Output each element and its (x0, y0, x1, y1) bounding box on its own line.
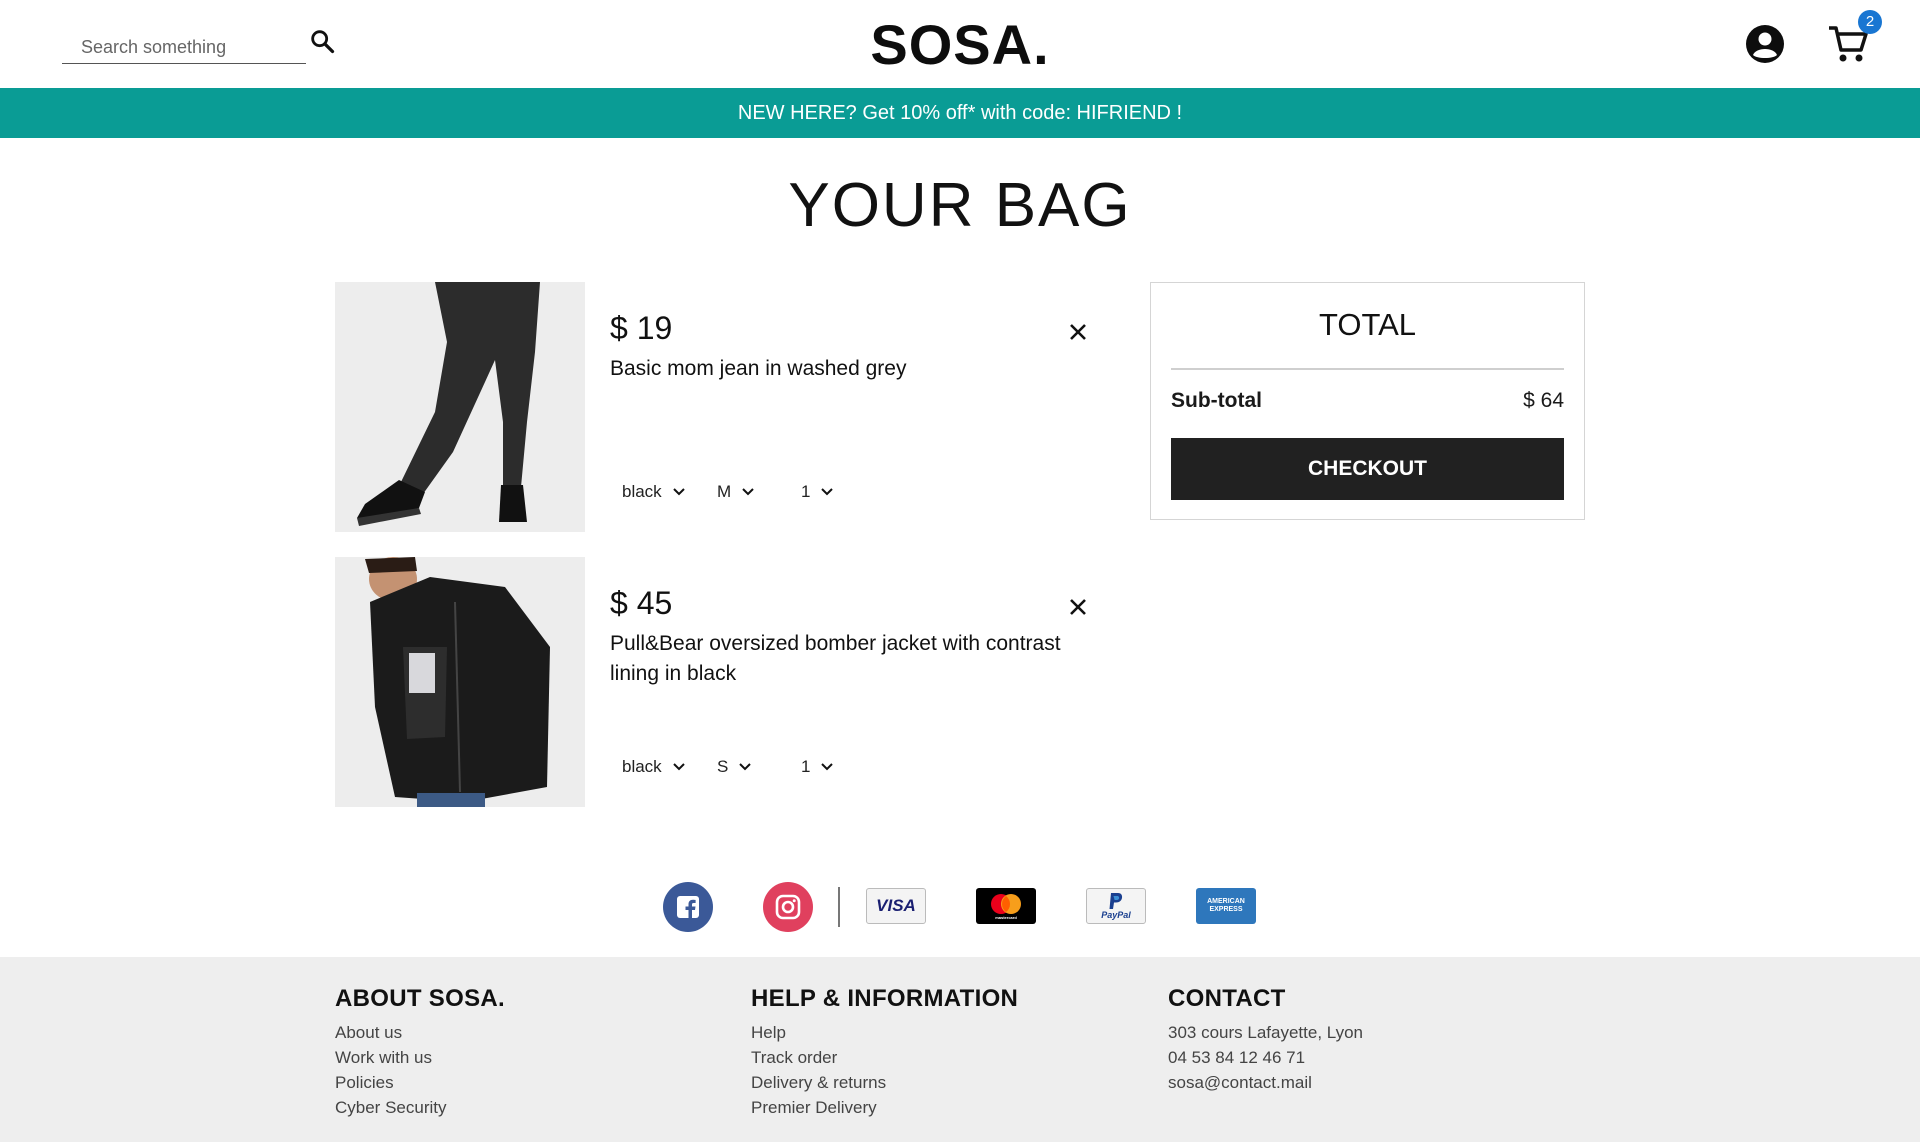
footer-link-cyber-security[interactable]: Cyber Security (335, 1095, 505, 1120)
footer-link-about-us[interactable]: About us (335, 1020, 505, 1045)
order-summary: TOTAL Sub-total $ 64 CHECKOUT (1150, 282, 1585, 520)
item-name[interactable]: Pull&Bear oversized bomber jacket with c… (610, 629, 1110, 689)
contact-address: 303 cours Lafayette, Lyon (1168, 1023, 1364, 1042)
instagram-icon[interactable] (763, 882, 813, 932)
cart-item: $ 45 Pull&Bear oversized bomber jacket w… (335, 557, 1115, 807)
item-options: black S 1 (610, 752, 859, 782)
checkout-button[interactable]: CHECKOUT (1171, 438, 1564, 500)
footer-about: ABOUT SOSA. About us Work with us Polici… (335, 985, 505, 1120)
paypal-icon: PayPal (1086, 888, 1146, 924)
cart-item: $ 19 Basic mom jean in washed grey black… (335, 282, 1115, 532)
item-price: $ 19 (610, 310, 673, 346)
account-icon[interactable] (1745, 24, 1785, 64)
item-price: $ 45 (610, 585, 673, 621)
page-title: YOUR BAG (788, 171, 1132, 240)
color-select[interactable]: black (610, 752, 705, 782)
quantity-value: 1 (801, 482, 811, 501)
color-value: black (622, 757, 662, 776)
remove-item-close-icon[interactable] (1062, 316, 1094, 348)
site-logo[interactable]: SOSA. (0, 12, 1920, 77)
footer-link-help[interactable]: Help (751, 1020, 1018, 1045)
amex-label: AMERICAN EXPRESS (1207, 898, 1245, 913)
chevron-down-icon (742, 488, 754, 496)
chevron-down-icon (821, 763, 834, 771)
subtotal-value: $ 64 (1523, 389, 1564, 412)
quantity-value: 1 (801, 757, 811, 776)
product-image-jeans[interactable] (335, 282, 585, 532)
promo-banner: NEW HERE? Get 10% off* with code: HIFRIE… (0, 88, 1920, 138)
footer-link-track-order[interactable]: Track order (751, 1045, 1018, 1070)
size-select[interactable]: S (705, 752, 789, 782)
mastercard-icon: mastercard (976, 888, 1036, 924)
visa-label: VISA (876, 896, 916, 915)
cart-count-badge: 2 (1858, 10, 1882, 34)
footer-contact-title: CONTACT (1168, 985, 1286, 1012)
color-value: black (622, 482, 662, 501)
chevron-down-icon (672, 488, 685, 496)
chevron-down-icon (672, 763, 685, 771)
item-options: black M 1 (610, 477, 859, 507)
size-value: M (717, 482, 732, 501)
item-name[interactable]: Basic mom jean in washed grey (610, 354, 1110, 384)
footer-link-delivery-returns[interactable]: Delivery & returns (751, 1070, 1018, 1095)
summary-title: TOTAL (1318, 307, 1417, 342)
contact-phone: 04 53 84 12 46 71 (1168, 1048, 1306, 1067)
site-footer: ABOUT SOSA. About us Work with us Polici… (0, 957, 1920, 1142)
paypal-label: PayPal (1101, 910, 1131, 920)
quantity-select[interactable]: 1 (789, 752, 859, 782)
mastercard-label: mastercard (995, 915, 1017, 920)
social-payment-divider (838, 887, 840, 927)
footer-link-policies[interactable]: Policies (335, 1070, 505, 1095)
remove-item-close-icon[interactable] (1062, 591, 1094, 623)
footer-about-title: ABOUT SOSA. (335, 985, 505, 1012)
site-header: SOSA. 2 (0, 0, 1920, 88)
summary-divider (1171, 368, 1564, 370)
footer-link-work-with-us[interactable]: Work with us (335, 1045, 505, 1070)
product-image-jacket[interactable] (335, 557, 585, 807)
size-value: S (717, 757, 729, 776)
subtotal-label: Sub-total (1171, 389, 1262, 412)
contact-email: sosa@contact.mail (1168, 1073, 1312, 1092)
footer-link-premier-delivery[interactable]: Premier Delivery (751, 1095, 1018, 1120)
footer-help: HELP & INFORMATION Help Track order Deli… (751, 985, 1018, 1120)
quantity-select[interactable]: 1 (789, 477, 859, 507)
amex-icon: AMERICAN EXPRESS (1196, 888, 1256, 924)
footer-help-title: HELP & INFORMATION (751, 985, 1019, 1012)
chevron-down-icon (739, 763, 752, 771)
logo-text: SOSA. (870, 13, 1050, 76)
footer-contact: CONTACT 303 cours Lafayette, Lyon 04 53 … (1168, 985, 1363, 1095)
chevron-down-icon (821, 488, 834, 496)
size-select[interactable]: M (705, 477, 789, 507)
visa-icon: VISA (866, 888, 926, 924)
color-select[interactable]: black (610, 477, 705, 507)
facebook-icon[interactable] (663, 882, 713, 932)
